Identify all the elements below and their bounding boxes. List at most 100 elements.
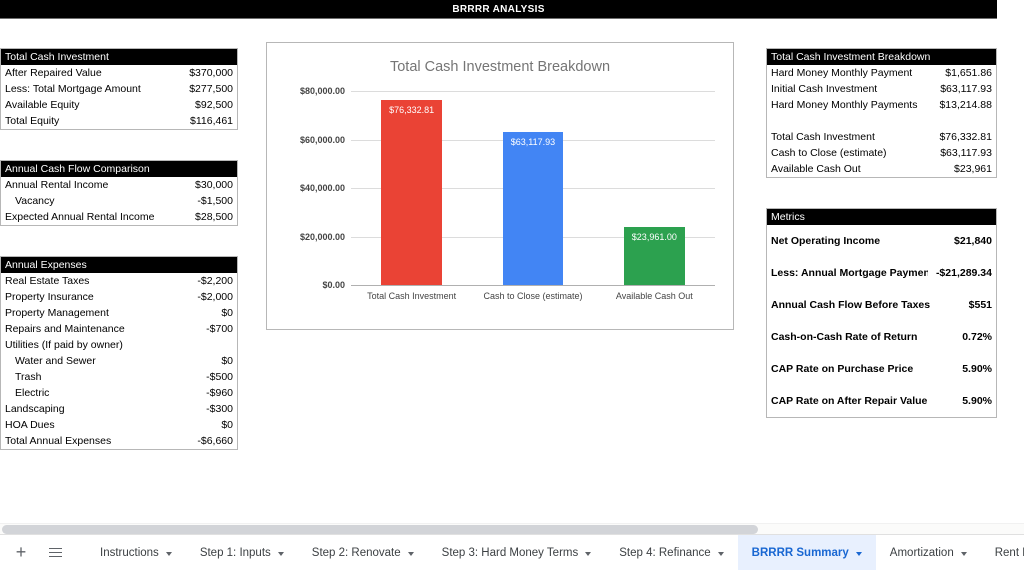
chevron-down-icon[interactable] [408, 552, 414, 556]
sheet-tab-step-2-renovate[interactable]: Step 2: Renovate [298, 535, 428, 570]
sheet-tab-label: Rent Projection [995, 547, 1024, 559]
chart-bar[interactable]: $23,961.00 [624, 227, 685, 285]
sheet-tab-label: BRRRR Summary [752, 547, 849, 559]
table-row[interactable]: Repairs and Maintenance-$700 [1, 321, 237, 337]
table-row[interactable]: Trash-$500 [1, 369, 237, 385]
table-row[interactable]: Hard Money Monthly Payments$13,214.88 [767, 97, 996, 113]
chart-gridline: $0.00 [351, 285, 715, 286]
chart-bar[interactable]: $63,117.93 [503, 132, 564, 285]
sheet-tab-label: Instructions [100, 547, 159, 559]
table-row[interactable]: Annual Rental Income$30,000 [1, 177, 237, 193]
chart-y-tick-label: $80,000.00 [300, 86, 345, 96]
chart-bar[interactable]: $76,332.81 [381, 100, 442, 285]
add-sheet-icon[interactable]: + [4, 535, 38, 570]
sheet-tab-step-1-inputs[interactable]: Step 1: Inputs [186, 535, 298, 570]
table-row[interactable]: Net Operating Income$21,840 [767, 225, 996, 257]
row-value: $28,500 [187, 211, 233, 223]
sheet-tab-rent-projection[interactable]: Rent Projection [981, 535, 1024, 570]
table-annual-cash-flow-comparison: Annual Cash Flow Comparison Annual Renta… [0, 160, 238, 226]
row-label: CAP Rate on After Repair Value [771, 395, 954, 407]
row-value: $76,332.81 [931, 131, 992, 143]
horizontal-scrollbar-thumb[interactable] [2, 525, 758, 534]
sheet-tab-label: Step 4: Refinance [619, 547, 710, 559]
table-row[interactable]: Electric-$960 [1, 385, 237, 401]
table-row[interactable]: After Repaired Value$370,000 [1, 65, 237, 81]
chevron-down-icon[interactable] [856, 552, 862, 556]
table-row[interactable]: Real Estate Taxes-$2,200 [1, 273, 237, 289]
chevron-down-icon[interactable] [278, 552, 284, 556]
row-label: After Repaired Value [5, 67, 181, 79]
row-value: 0.72% [954, 331, 992, 343]
row-value: $116,461 [182, 115, 233, 127]
row-label: Net Operating Income [771, 235, 946, 247]
row-label: Cash-on-Cash Rate of Return [771, 331, 954, 343]
row-label: Total Cash Investment [771, 131, 931, 143]
table-row[interactable]: Hard Money Monthly Payment$1,651.86 [767, 65, 996, 81]
table-row[interactable]: Available Equity$92,500 [1, 97, 237, 113]
table-header-metrics: Metrics [767, 209, 996, 225]
table-row[interactable]: Property Management$0 [1, 305, 237, 321]
row-label: Available Equity [5, 99, 187, 111]
sheet-tab-step-4-refinance[interactable]: Step 4: Refinance [605, 535, 737, 570]
chart-gridline: $80,000.00 [351, 91, 715, 92]
all-sheets-icon[interactable] [38, 535, 72, 570]
row-value: -$2,200 [189, 275, 233, 287]
table-row[interactable]: Annual Cash Flow Before Taxes$551 [767, 289, 996, 321]
add-sheet-label: + [16, 542, 27, 563]
row-label: Electric [5, 387, 198, 399]
chevron-down-icon[interactable] [585, 552, 591, 556]
chevron-down-icon[interactable] [718, 552, 724, 556]
row-value: -$6,660 [189, 435, 233, 447]
row-label: Hard Money Monthly Payment [771, 67, 937, 79]
table-row[interactable]: CAP Rate on After Repair Value5.90% [767, 385, 996, 417]
table-row[interactable]: Expected Annual Rental Income$28,500 [1, 209, 237, 225]
chevron-down-icon[interactable] [166, 552, 172, 556]
chart-total-cash-investment-breakdown[interactable]: Total Cash Investment Breakdown $0.00$20… [266, 42, 734, 330]
table-row[interactable]: HOA Dues$0 [1, 417, 237, 433]
sheet-tabs: Instructions Step 1: Inputs Step 2: Renova… [86, 535, 1024, 570]
sheet-tab-label: Step 2: Renovate [312, 547, 401, 559]
row-value: $63,117.93 [932, 147, 992, 159]
row-value: $277,500 [181, 83, 233, 95]
chevron-down-icon[interactable] [961, 552, 967, 556]
row-value: -$700 [198, 323, 233, 335]
table-row[interactable]: Property Insurance-$2,000 [1, 289, 237, 305]
table-row[interactable]: Landscaping-$300 [1, 401, 237, 417]
table-row[interactable]: Total Equity$116,461 [1, 113, 237, 129]
table-row[interactable]: Cash to Close (estimate)$63,117.93 [767, 145, 996, 161]
sheet-tab-brrrr-summary[interactable]: BRRRR Summary [738, 535, 876, 570]
table-row[interactable]: Initial Cash Investment$63,117.93 [767, 81, 996, 97]
table-row[interactable]: Utilities (If paid by owner) [1, 337, 237, 353]
row-label: Total Equity [5, 115, 182, 127]
row-label: Expected Annual Rental Income [5, 211, 187, 223]
row-value: $0 [213, 307, 233, 319]
table-row[interactable]: Less: Total Mortgage Amount$277,500 [1, 81, 237, 97]
row-label: Vacancy [5, 195, 189, 207]
table-row[interactable]: CAP Rate on Purchase Price5.90% [767, 353, 996, 385]
sheet-tab-amortization[interactable]: Amortization [876, 535, 981, 570]
row-label: Trash [5, 371, 198, 383]
table-row[interactable] [767, 113, 996, 129]
row-label: Less: Total Mortgage Amount [5, 83, 181, 95]
row-label: HOA Dues [5, 419, 213, 431]
chart-bar-value-label: $23,961.00 [624, 232, 685, 242]
table-row[interactable]: Total Annual Expenses-$6,660 [1, 433, 237, 449]
table-row[interactable]: Vacancy-$1,500 [1, 193, 237, 209]
row-label: Utilities (If paid by owner) [5, 339, 225, 351]
chart-x-tick-label: Total Cash Investment [367, 291, 456, 301]
table-row[interactable]: Water and Sewer$0 [1, 353, 237, 369]
row-value: $92,500 [187, 99, 233, 111]
sheet-tab-step-3-hard-money-terms[interactable]: Step 3: Hard Money Terms [428, 535, 606, 570]
table-body: After Repaired Value$370,000Less: Total … [1, 65, 237, 129]
horizontal-scrollbar-track[interactable] [0, 523, 1024, 534]
sheet-tab-instructions[interactable]: Instructions [86, 535, 186, 570]
sheet-title-banner: BRRRR ANALYSIS [0, 0, 997, 19]
row-label: Property Insurance [5, 291, 189, 303]
table-total-cash-investment-breakdown: Total Cash Investment Breakdown Hard Mon… [766, 48, 997, 178]
table-row[interactable]: Cash-on-Cash Rate of Return0.72% [767, 321, 996, 353]
table-row[interactable]: Less: Annual Mortgage Payments-$21,289.3… [767, 257, 996, 289]
sheet-tab-label: Step 3: Hard Money Terms [442, 547, 579, 559]
table-row[interactable]: Total Cash Investment$76,332.81 [767, 129, 996, 145]
row-value: $23,961 [946, 163, 992, 175]
table-row[interactable]: Available Cash Out$23,961 [767, 161, 996, 177]
